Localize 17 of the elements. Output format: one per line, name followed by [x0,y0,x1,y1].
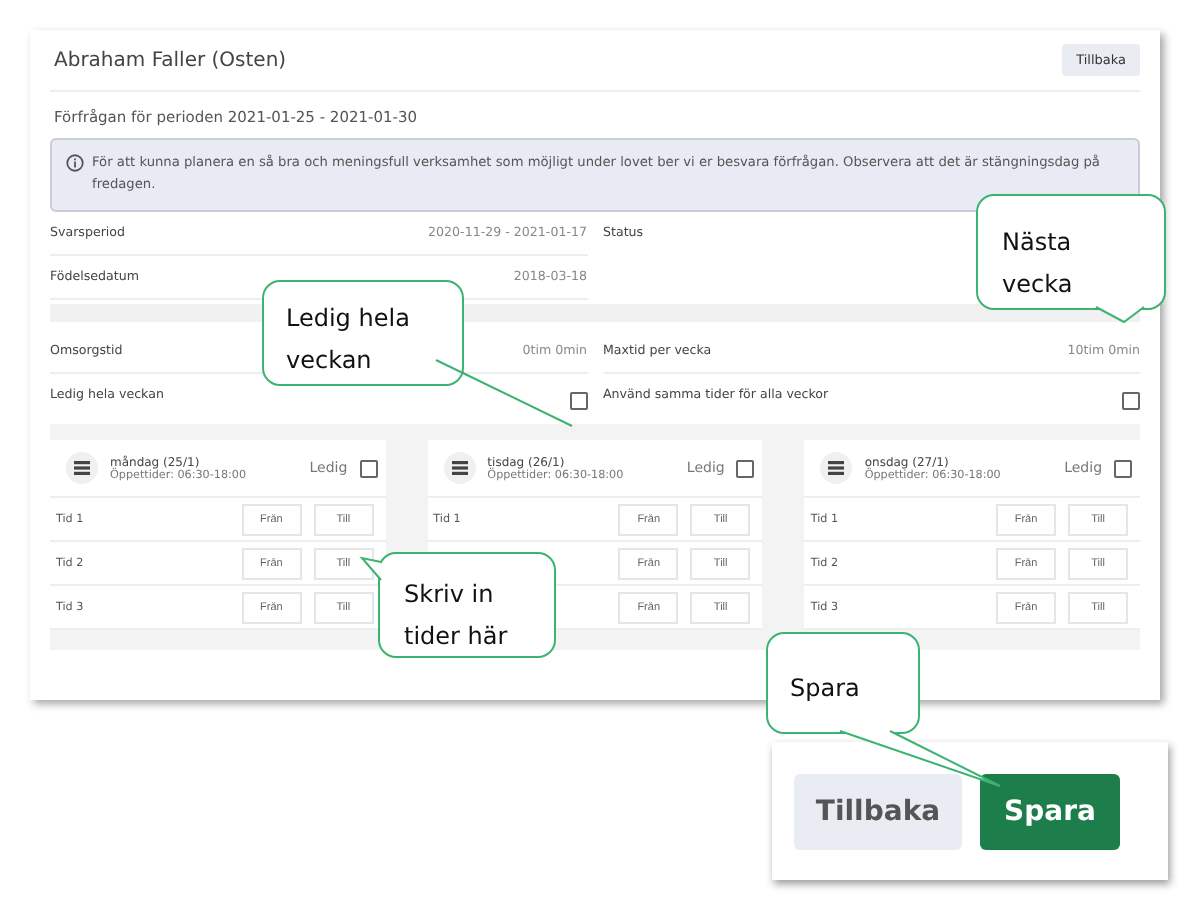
info-icon [66,154,84,172]
back-button[interactable]: Tillbaka [794,773,962,849]
callout-bubble: Nästa vecka [976,194,1166,310]
checkbox[interactable] [1122,392,1140,410]
checkbox[interactable] [569,392,587,410]
callout-pointer [1095,306,1145,324]
checkbox[interactable] [359,459,378,477]
list-icon [820,452,853,484]
page-title: Abraham Faller (Osten) [54,49,287,71]
list-icon [66,452,98,484]
list-icon [443,452,476,484]
save-button[interactable]: Spara [980,773,1120,849]
checkbox[interactable] [736,459,755,477]
callout-bubble: Skriv in tider här [378,552,556,658]
checkbox[interactable] [1114,459,1133,477]
callout-bubble: Spara [766,632,920,734]
callout-bubble: Ledig hela veckan [262,280,464,386]
